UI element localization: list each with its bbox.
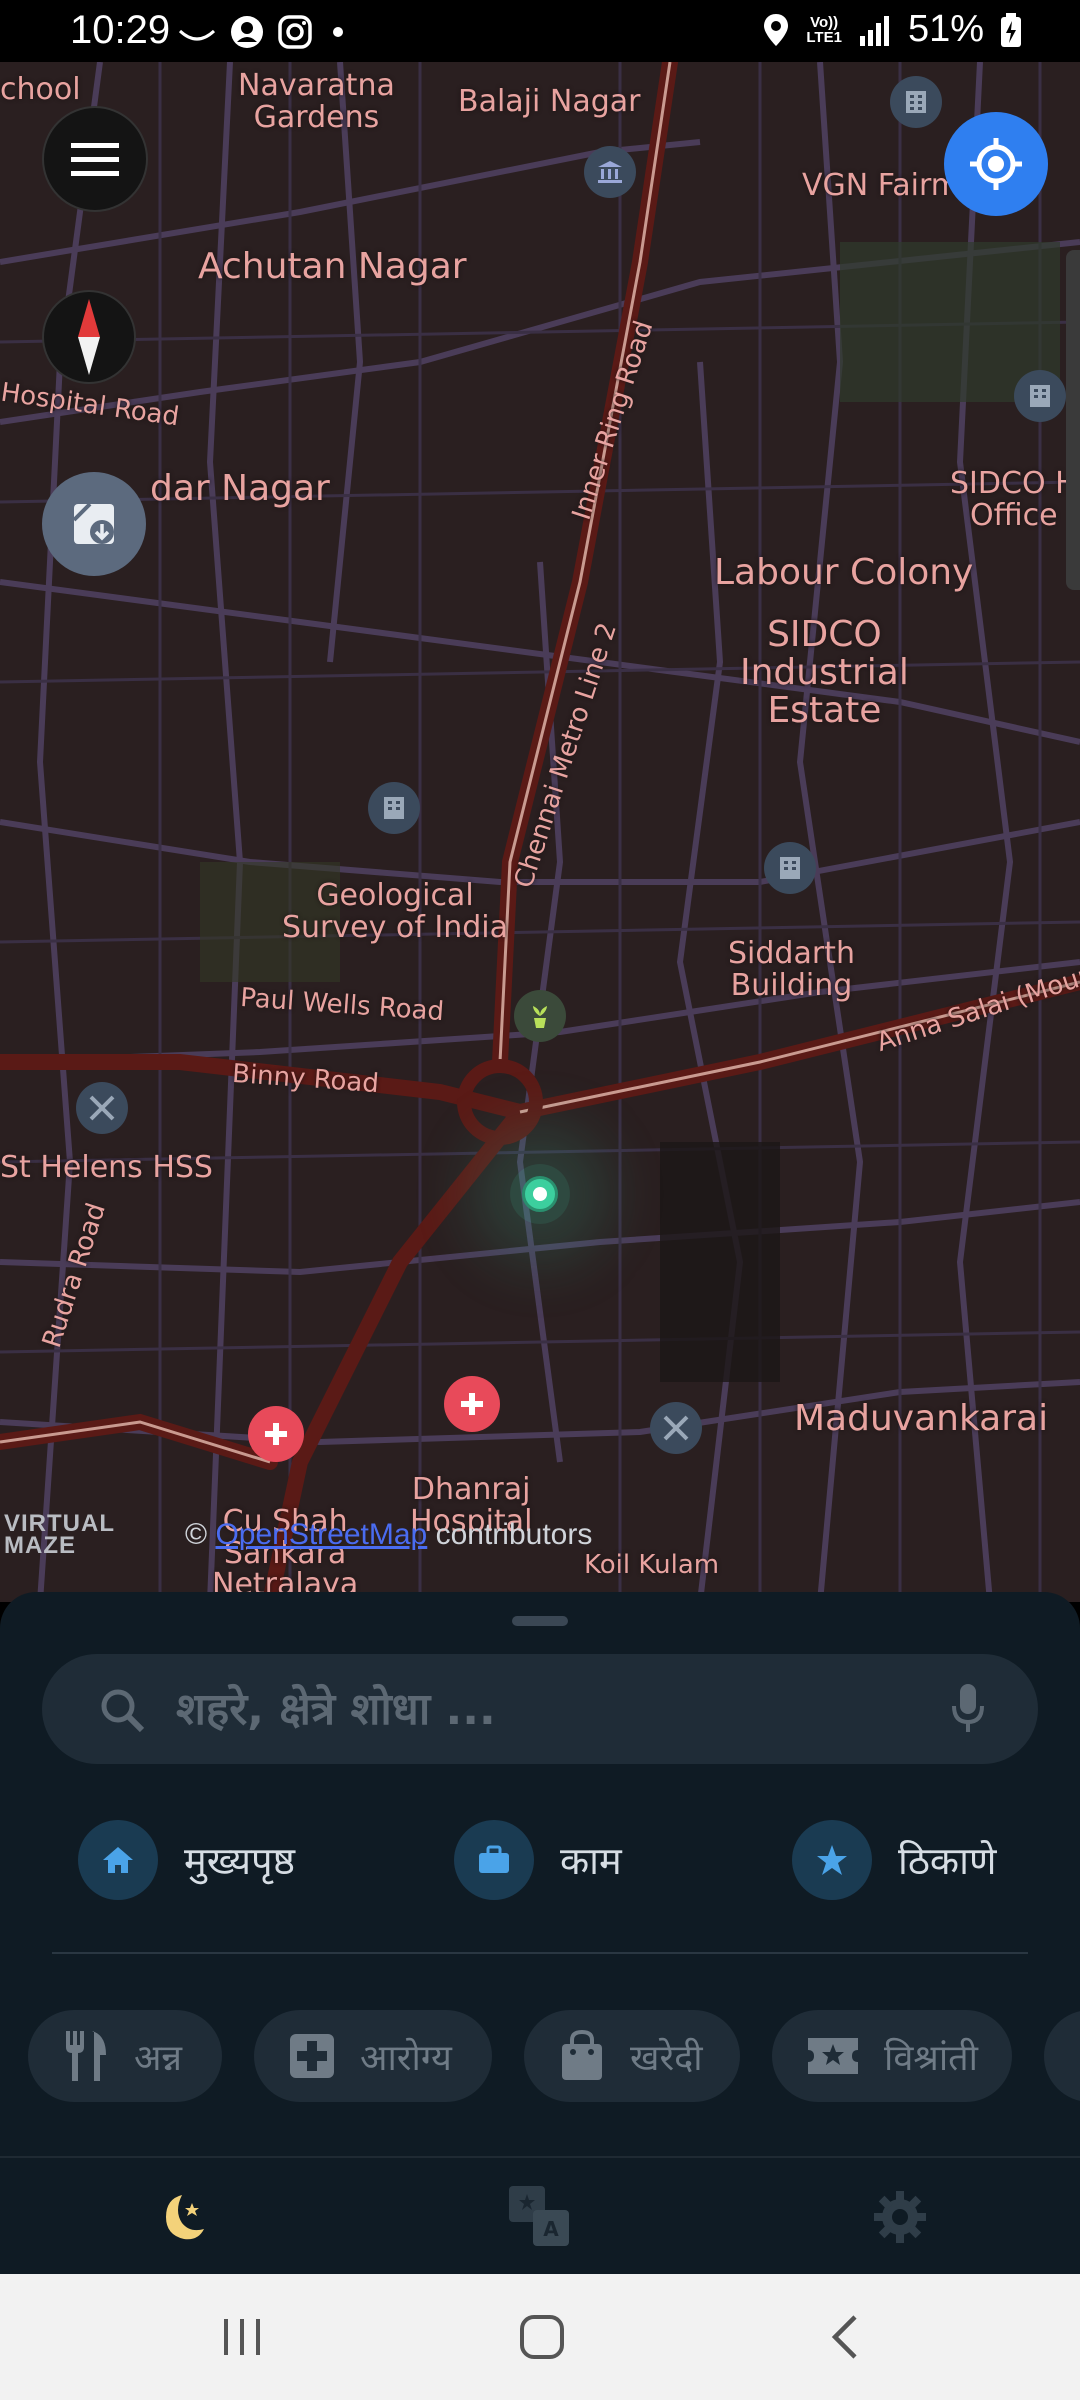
category-food[interactable]: अन्न [28,2010,222,2102]
label-maduvankarai: Maduvankarai [794,1398,1049,1439]
hospital-poi-icon[interactable] [444,1376,500,1432]
category-label: अन्न [134,2037,183,2079]
svg-text:A: A [543,2217,559,2241]
sheet-grabber[interactable] [512,1616,568,1626]
garden-poi-icon[interactable] [514,990,566,1042]
category-chips: अन्न आरोग्य खरेदी विश्रांती [28,2010,1080,2102]
label-balaji-nagar: Balaji Nagar [458,84,641,119]
bottom-nav: A [0,2156,1080,2274]
home-button[interactable] [442,2274,642,2400]
system-status: Vo)) LTE1 51% [762,8,1022,51]
settings-button[interactable] [720,2158,1080,2276]
building-poi-icon[interactable] [1014,370,1066,422]
star-icon [817,1845,847,1875]
download-maps-button[interactable] [42,472,146,576]
category-leisure[interactable]: विश्रांती [772,2010,1012,2102]
label-navaratna-gardens: Navaratna Gardens [238,68,395,135]
label-dar-nagar: dar Nagar [150,468,330,509]
night-mode-button[interactable] [0,2158,360,2276]
ticket-star-icon [808,2038,858,2074]
label-st-helens: St Helens HSS [0,1150,213,1185]
status-bar: 10:29 Vo)) LTE1 51% [0,0,1080,62]
recent-apps-icon [224,2319,260,2355]
briefcase-icon [479,1845,509,1873]
home-circle-icon [520,2315,564,2359]
translate-icon: A [509,2186,569,2246]
search-input[interactable] [176,1674,936,1744]
translate-button[interactable]: A [360,2158,720,2276]
side-drawer-handle[interactable] [1066,250,1080,590]
quick-link-label: ठिकाणे [898,1839,997,1883]
search-icon [101,1689,145,1733]
my-location-button[interactable] [944,112,1048,216]
current-location-marker [510,1164,570,1224]
virtual-maze-logo: VIRTUAL MAZE [4,1510,115,1559]
back-chevron-icon [831,2315,857,2359]
menu-button[interactable] [42,106,148,212]
building-poi-icon[interactable] [890,76,942,128]
quick-link-label: काम [560,1839,622,1883]
label-vgn: VGN Fairm [802,168,960,203]
category-health[interactable]: आरोग्य [254,2010,492,2102]
label-sidco-estate: SIDCO Industrial Estate [740,614,909,731]
system-navigation-bar [0,2274,1080,2400]
quick-link-work[interactable]: काम [454,1820,622,1900]
label-achutan-nagar: Achutan Nagar [198,246,467,287]
label-siddarth-building: Siddarth Building [728,936,855,1003]
label-sidco-office: SIDCO H Office [950,466,1078,533]
instagram-icon [278,15,312,49]
label-geological-survey: Geological Survey of India [282,878,508,945]
dot-icon [333,27,343,37]
home-icon [103,1847,133,1873]
my-location-icon [970,138,1022,190]
search-bar[interactable] [42,1654,1038,1764]
bottom-sheet: मुख्यपृष्ठ काम ठिकाणे अन्न आरोग्य खरेदी … [0,1592,1080,2156]
tools-poi-icon[interactable] [76,1082,128,1134]
fork-knife-icon [66,2031,106,2081]
settings-icon [874,2191,926,2243]
quick-link-places[interactable]: ठिकाणे [792,1820,996,1900]
osm-attribution: © OpenStreetMap contributors [185,1518,593,1551]
battery-charging-icon [1001,12,1021,47]
volte-lte-icon: Vo)) LTE1 [806,13,842,46]
tools-poi-icon[interactable] [650,1402,702,1454]
category-label: आरोग्य [360,2037,452,2079]
label-school: chool [0,72,81,107]
map-view[interactable]: chool Navaratna Gardens Balaji Nagar VGN… [0,62,1080,1602]
battery-percent: 51% [907,8,984,50]
map-download-icon [72,502,114,544]
clock: 10:29 [70,8,171,52]
category-label: विश्रांती [884,2037,978,2079]
recent-apps-button[interactable] [142,2274,342,2400]
hamburger-menu-icon [71,143,119,176]
map-attribution: VIRTUAL MAZE © OpenStreetMap contributor… [4,1510,592,1560]
quick-link-home[interactable]: मुख्यपृष्ठ [78,1820,295,1900]
account-icon [231,16,263,48]
hospital-poi-icon[interactable] [248,1406,304,1462]
category-more[interactable] [1044,2010,1080,2102]
compass-button[interactable] [42,290,136,384]
category-label: खरेदी [630,2037,703,2079]
building-poi-icon[interactable] [764,842,816,894]
night-mode-icon [166,2195,204,2240]
notification-icons [178,10,350,54]
shopping-bag-icon [562,2030,602,2080]
missed-call-icon [178,29,216,41]
building-poi-icon[interactable] [368,782,420,834]
compass-icon [78,299,100,375]
museum-poi-icon[interactable] [584,146,636,198]
sheet-divider [52,1952,1028,1954]
medical-cross-icon [290,2034,334,2078]
quick-link-label: मुख्यपृष्ठ [184,1839,295,1883]
microphone-icon[interactable] [950,1682,986,1736]
openstreetmap-link[interactable]: OpenStreetMap [215,1518,427,1551]
back-button[interactable] [744,2274,944,2400]
label-labour-colony: Labour Colony [714,552,974,593]
signal-icon [859,15,889,46]
label-koil-kulam: Koil Kulam [584,1550,720,1580]
location-icon [764,13,789,46]
category-shopping[interactable]: खरेदी [524,2010,740,2102]
